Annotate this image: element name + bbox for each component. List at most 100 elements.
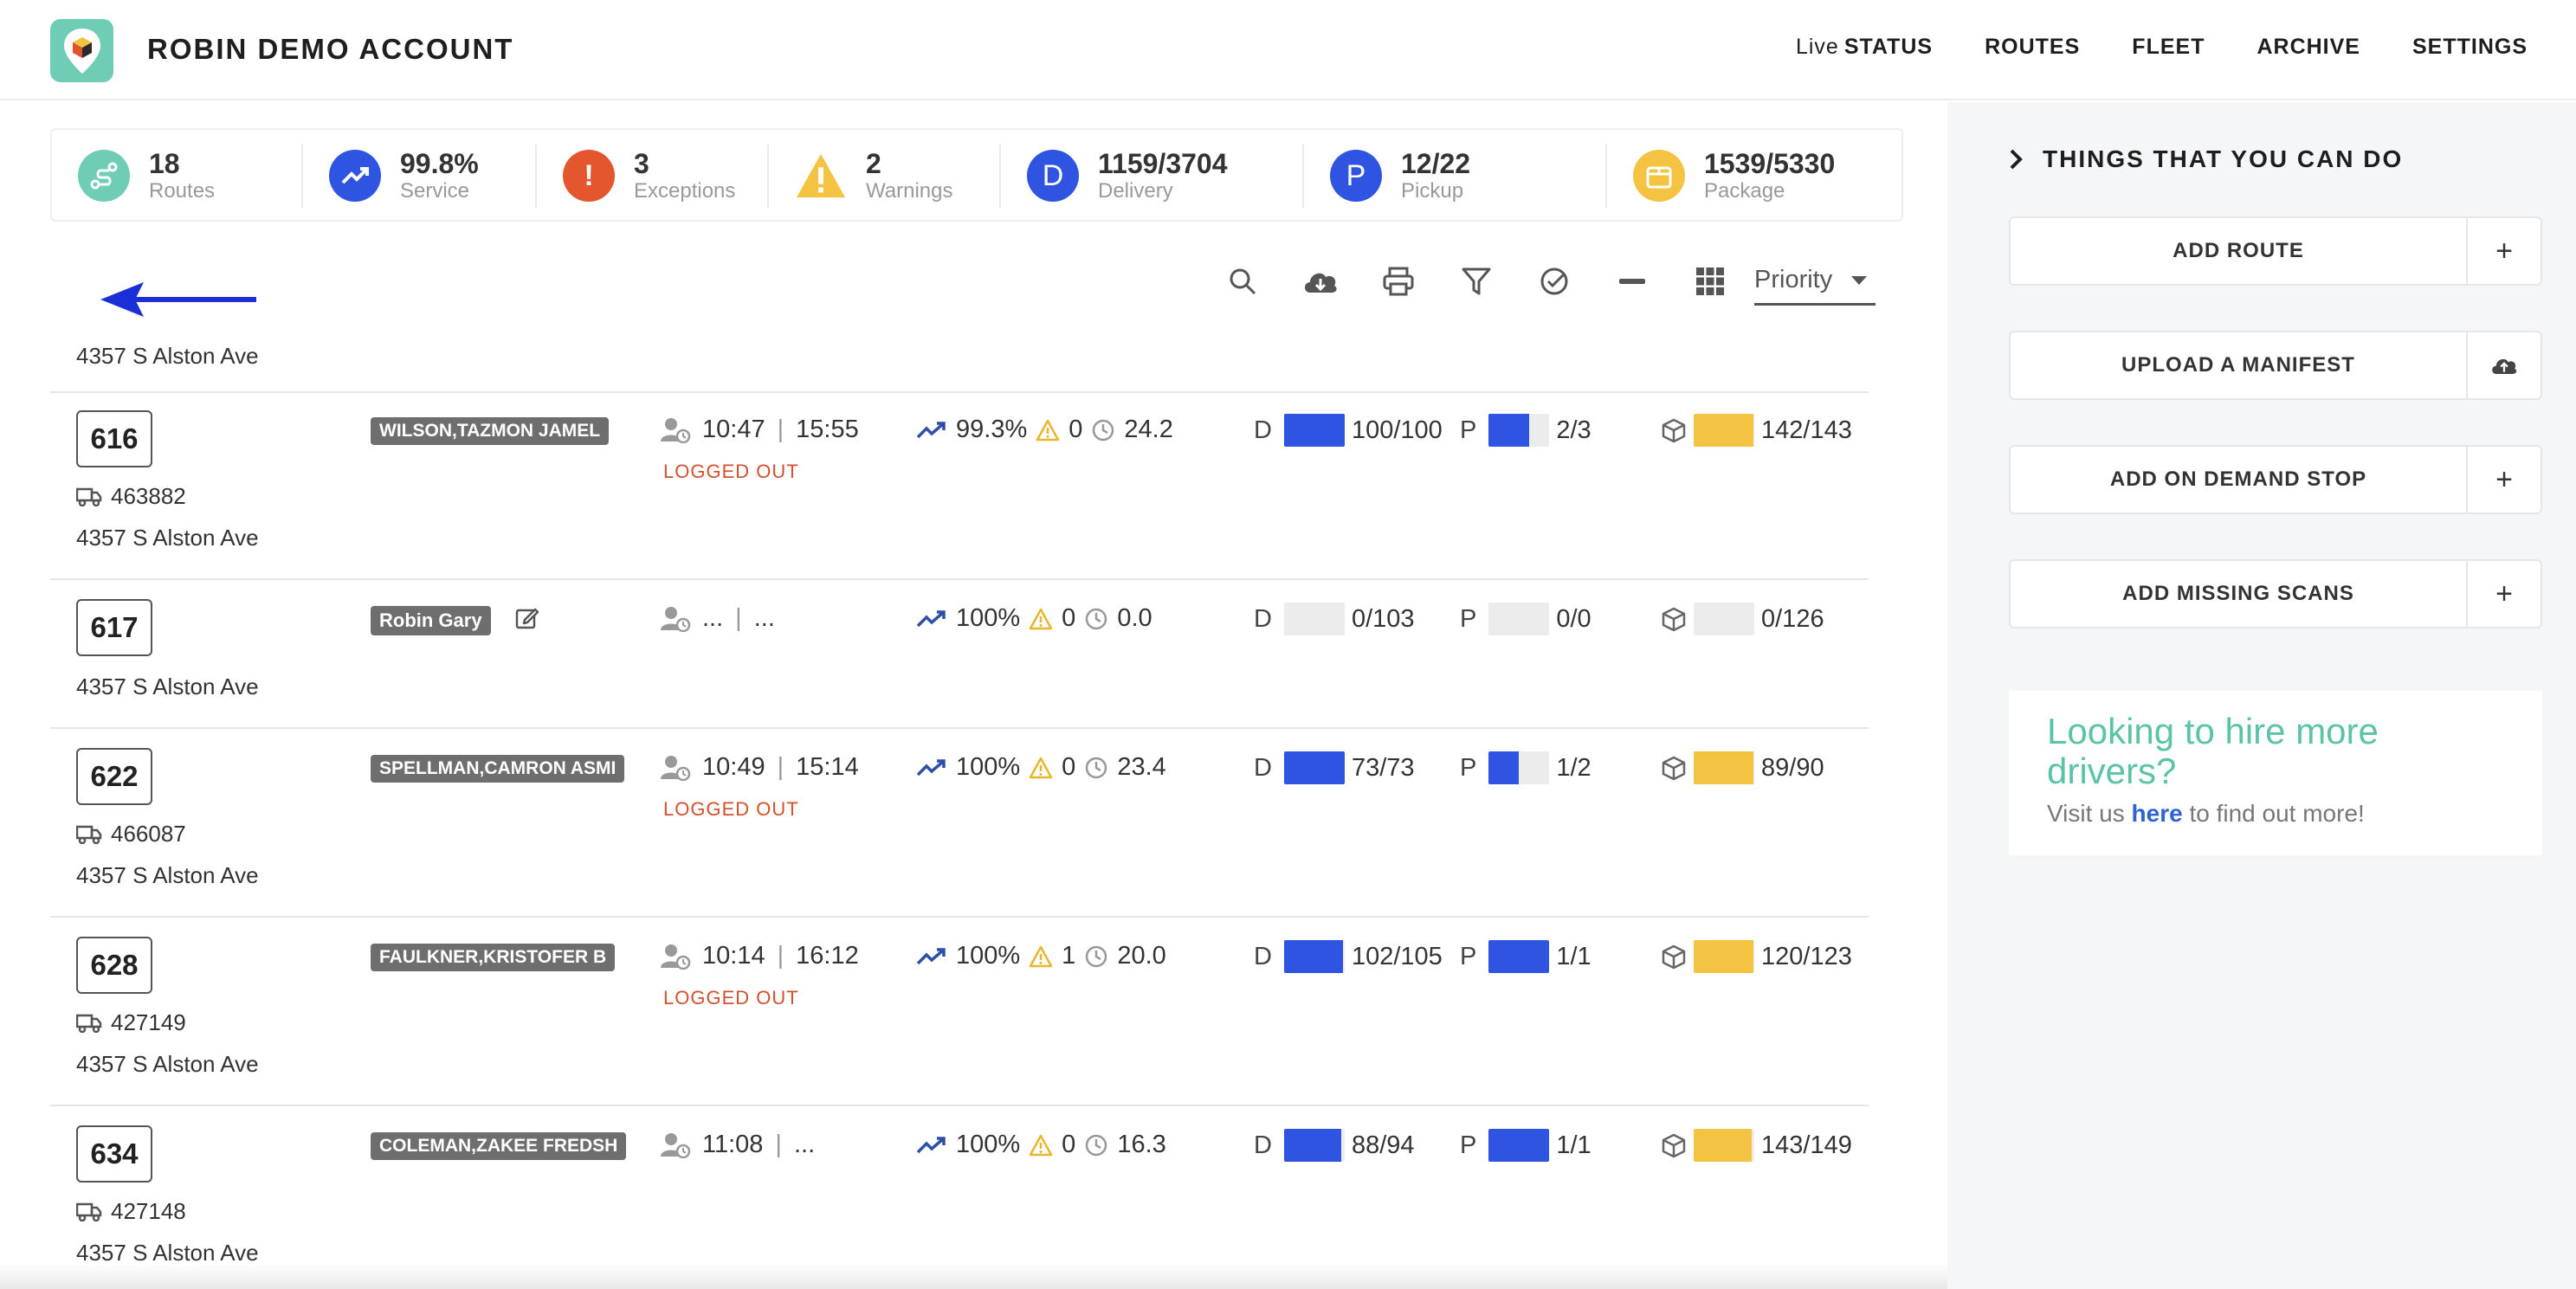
route-performance: 99.3% 0 24.2 — [916, 416, 1173, 444]
service-percent: 99.3% — [956, 416, 1028, 443]
route-number-badge[interactable]: 634 — [76, 1125, 152, 1183]
trend-up-icon — [916, 947, 946, 964]
pickup-label: P — [1460, 942, 1477, 970]
nav-routes[interactable]: ROUTES — [1985, 35, 2080, 60]
nav-settings[interactable]: SETTINGS — [2412, 35, 2528, 60]
pickup-label: P — [1460, 753, 1477, 782]
edit-driver-button[interactable] — [514, 606, 539, 635]
service-percent: 100% — [956, 942, 1021, 970]
add-route-button[interactable]: ADD ROUTE + — [2009, 216, 2542, 286]
check-circle-icon — [1540, 267, 1568, 295]
route-number-badge[interactable]: 628 — [76, 937, 152, 994]
pickup-count: 1/1 — [1556, 942, 1591, 970]
warning-count: 0 — [1068, 416, 1083, 443]
collapse-button[interactable] — [1593, 267, 1671, 296]
route-number-badge[interactable]: 616 — [76, 410, 152, 467]
filter-button[interactable] — [1437, 267, 1515, 296]
vehicle-id: 427149 — [76, 1009, 186, 1036]
chevron-down-icon — [1851, 275, 1867, 285]
warning-icon — [1029, 945, 1053, 967]
driver-badge[interactable]: Robin Gary — [371, 606, 491, 635]
delivery-bar-fill — [1283, 940, 1343, 973]
stat-delivery[interactable]: D 1159/3704 Delivery — [1001, 144, 1304, 208]
table-row[interactable]: 628 427149 4357 S Alston Ave FAULKNER,KR… — [50, 918, 1869, 1106]
clock-icon — [1086, 945, 1107, 967]
vehicle-id: 463882 — [76, 483, 186, 510]
package-bar-fill — [1694, 1129, 1753, 1162]
route-times: 10:49 | 15:14 — [661, 753, 859, 782]
nav-live-status[interactable]: Live STATUS — [1796, 35, 1933, 60]
pickup-bar-fill — [1488, 1129, 1550, 1162]
table-row[interactable]: 634 427148 4357 S Alston Ave COLEMAN,ZAK… — [50, 1106, 1869, 1289]
app-logo[interactable] — [50, 19, 113, 82]
status-badge: LOGGED OUT — [663, 461, 799, 482]
minus-icon — [1619, 279, 1645, 284]
select-all-button[interactable] — [1515, 267, 1593, 296]
driver-badge[interactable]: COLEMAN,ZAKEE FREDSH — [371, 1132, 627, 1160]
stat-package[interactable]: 1539/5330 Package — [1607, 144, 1901, 208]
route-list: 4357 S Alston Ave 616 463882 4357 S Alst… — [50, 343, 1869, 1289]
package-bar-fill — [1694, 414, 1754, 447]
pickup-icon: P — [1330, 150, 1382, 202]
package-count: 120/123 — [1761, 942, 1852, 970]
print-button[interactable] — [1359, 267, 1437, 296]
delivery-bar — [1283, 1129, 1345, 1162]
plus-icon: + — [2495, 462, 2513, 496]
pickup-label: P — [1460, 416, 1477, 444]
stat-pickup[interactable]: P 12/22 Pickup — [1304, 144, 1607, 208]
add-on-demand-stop-button[interactable]: ADD ON DEMAND STOP + — [2009, 445, 2542, 514]
stat-routes[interactable]: 18 Routes — [52, 144, 303, 208]
add-on-demand-stop-label: ADD ON DEMAND STOP — [2011, 447, 2468, 512]
stat-exceptions[interactable]: ! 3 Exceptions — [537, 144, 769, 208]
delivery-progress: D 102/105 — [1254, 940, 1443, 973]
package-bar — [1694, 603, 1754, 635]
delivery-bar-fill — [1283, 751, 1345, 784]
previous-row-address: 4357 S Alston Ave — [76, 343, 259, 369]
package-progress: 89/90 — [1661, 751, 1824, 784]
annotation-arrow-icon — [100, 282, 256, 317]
package-count: 142/143 — [1761, 416, 1852, 444]
actions-panel-header[interactable]: THINGS THAT YOU CAN DO — [2008, 145, 2403, 173]
add-missing-scans-button[interactable]: ADD MISSING SCANS + — [2009, 559, 2542, 628]
hire-here-link[interactable]: here — [2132, 800, 2183, 827]
nav-fleet[interactable]: FLEET — [2132, 35, 2205, 60]
delivery-label: D — [1254, 942, 1272, 970]
stat-package-value: 1539/5330 — [1704, 148, 1836, 179]
route-number-badge[interactable]: 622 — [76, 748, 152, 805]
route-performance: 100% 0 23.4 — [916, 753, 1166, 782]
driver-badge[interactable]: FAULKNER,KRISTOFER B — [371, 944, 616, 971]
download-button[interactable] — [1282, 267, 1359, 296]
driver-badge[interactable]: WILSON,TAZMON JAMEL — [371, 417, 610, 445]
warning-count: 0 — [1062, 753, 1076, 781]
pickup-count: 1/1 — [1556, 1131, 1591, 1159]
trend-up-icon — [916, 1136, 946, 1153]
stat-service[interactable]: 99.8% Service — [303, 144, 537, 208]
nav-archive[interactable]: ARCHIVE — [2256, 35, 2360, 60]
stat-warnings[interactable]: 2 Warnings — [769, 144, 1001, 208]
status-badge: LOGGED OUT — [663, 987, 799, 1009]
delivery-label: D — [1254, 416, 1272, 444]
driver-clock-icon — [661, 1132, 691, 1158]
table-row[interactable]: 622 466087 4357 S Alston Ave SPELLMAN,CA… — [50, 729, 1869, 918]
edit-icon — [515, 608, 539, 629]
table-row[interactable]: 617 4357 S Alston Ave Robin Gary ... |...… — [50, 580, 1869, 729]
pickup-count: 0/0 — [1556, 604, 1591, 633]
warning-icon — [1036, 419, 1060, 441]
clock-icon — [1086, 757, 1107, 778]
stat-exceptions-label: Exceptions — [634, 179, 736, 203]
delivery-count: 100/100 — [1351, 416, 1443, 444]
cloud-download-icon — [1305, 273, 1337, 293]
warning-count: 0 — [1062, 1131, 1076, 1158]
delivery-count: 102/105 — [1351, 942, 1443, 970]
search-button[interactable] — [1204, 267, 1282, 296]
pickup-progress: P 1/2 — [1460, 751, 1591, 784]
route-number-badge[interactable]: 617 — [76, 599, 152, 656]
driver-badge[interactable]: SPELLMAN,CAMRON ASMI — [371, 755, 625, 783]
table-row[interactable]: 616 463882 4357 S Alston Ave WILSON,TAZM… — [50, 391, 1869, 580]
sort-priority-select[interactable]: Priority — [1754, 257, 1876, 306]
grid-view-button[interactable] — [1671, 267, 1749, 296]
delivery-bar-fill — [1283, 1129, 1341, 1162]
driver-clock-icon — [661, 944, 691, 970]
upload-manifest-button[interactable]: UPLOAD A MANIFEST — [2009, 331, 2542, 400]
delivery-bar — [1283, 414, 1345, 447]
